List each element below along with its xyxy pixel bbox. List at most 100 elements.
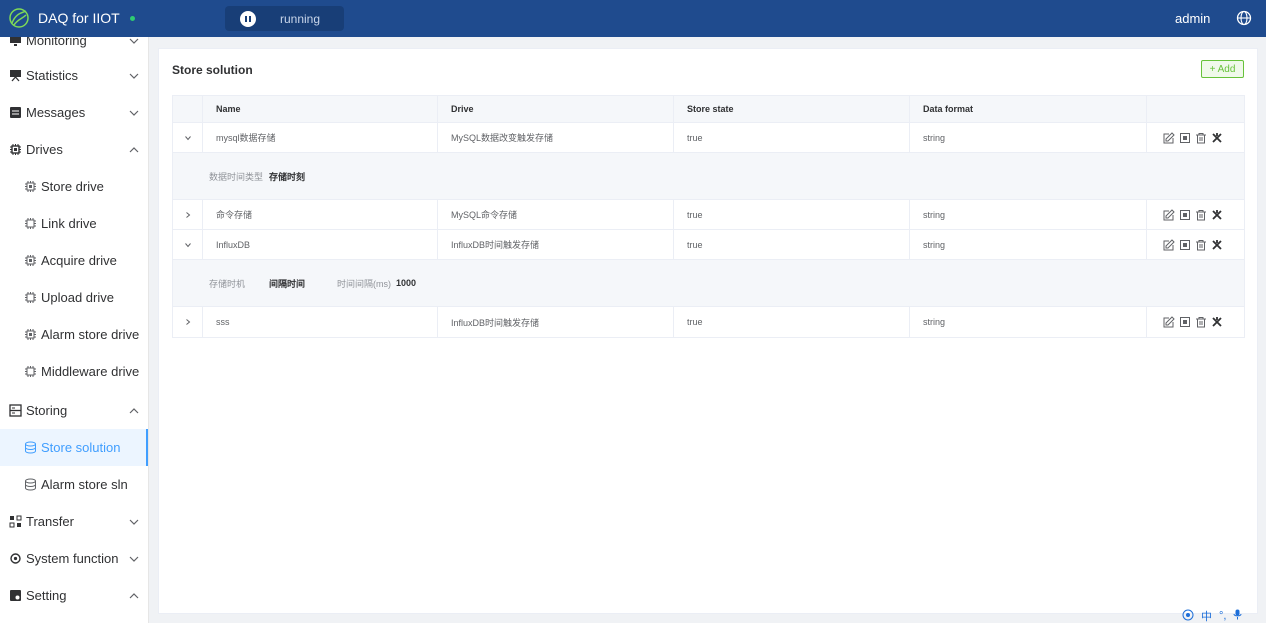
chevron-up-icon [129, 592, 139, 598]
tools-icon[interactable] [1211, 316, 1223, 328]
cell-store-state: true [674, 230, 910, 259]
sidebar-item-label: Setting [26, 588, 67, 603]
chevron-up-icon [129, 407, 139, 413]
sidebar-item-label: Transfer [26, 514, 74, 529]
pause-icon[interactable] [240, 10, 256, 27]
cell-drive: InfluxDB时间触发存储 [438, 307, 674, 337]
delete-icon[interactable] [1195, 239, 1207, 251]
sidebar-item-drives[interactable]: Drives [0, 131, 148, 168]
edit-icon[interactable] [1163, 208, 1175, 221]
sidebar-item-alarm-store-sln[interactable]: Alarm store sln [0, 466, 148, 503]
microphone-icon[interactable] [1233, 609, 1242, 623]
chip-icon [25, 255, 36, 266]
expand-toggle[interactable] [173, 307, 203, 337]
expand-toggle[interactable] [173, 123, 203, 152]
row-actions [1147, 230, 1245, 259]
storage-icon [9, 404, 22, 417]
sidebar-item-transfer[interactable]: Transfer [0, 503, 148, 540]
detail-value: 间隔时间 [269, 278, 306, 289]
ime-logo-icon[interactable] [1182, 609, 1194, 623]
expand-toggle[interactable] [173, 230, 203, 259]
page-title: Store solution [172, 63, 253, 77]
chip-icon [10, 144, 21, 155]
sidebar-item-acquire-drive[interactable]: Acquire drive [0, 242, 148, 279]
sidebar-item-setting[interactable]: Setting [0, 577, 148, 614]
sidebar-item-monitoring[interactable]: Monitoring [0, 37, 148, 59]
delete-icon[interactable] [1195, 316, 1207, 328]
copy-icon[interactable] [1179, 209, 1191, 221]
edit-icon[interactable] [1163, 316, 1175, 328]
detail-value: 存储时刻 [269, 171, 306, 182]
sidebar-item-alarm-store-drive[interactable]: Alarm store drive [0, 316, 148, 353]
app-title: DAQ for IIOT [38, 10, 120, 26]
chevron-down-icon [129, 73, 139, 79]
column-header-name[interactable]: Name [203, 96, 438, 122]
chevron-down-icon [184, 242, 191, 247]
column-header-store-state[interactable]: Store state [674, 96, 910, 122]
chip-outline-icon [25, 292, 36, 303]
sidebar-item-storing[interactable]: Storing [0, 392, 148, 429]
cell-store-state: true [674, 307, 910, 337]
cell-data-format: string [910, 230, 1147, 259]
cell-store-state: true [674, 123, 910, 152]
sidebar-item-label: Acquire drive [41, 253, 117, 268]
delete-icon[interactable] [1195, 132, 1207, 144]
logo-icon [9, 8, 29, 28]
cell-name: 命令存储 [203, 200, 438, 229]
sidebar-item-system-function[interactable]: System function [0, 540, 148, 577]
cell-drive: MySQL数据改变触发存储 [438, 123, 674, 152]
sidebar-item-upload-drive[interactable]: Upload drive [0, 279, 148, 316]
sidebar-item-label: System function [26, 551, 119, 566]
chevron-right-icon [185, 319, 190, 325]
chip-outline-icon [25, 366, 36, 377]
user-menu[interactable]: admin [1175, 11, 1210, 26]
tools-icon[interactable] [1211, 239, 1223, 251]
chevron-up-icon [129, 146, 139, 152]
edit-icon[interactable] [1163, 131, 1175, 144]
sidebar-item-store-drive[interactable]: Store drive [0, 168, 148, 205]
table-row[interactable]: InfluxDB InfluxDB时间触发存储 true string [173, 230, 1244, 260]
run-status-control[interactable]: running [225, 6, 344, 31]
cell-drive: InfluxDB时间触发存储 [438, 230, 674, 259]
chevron-down-icon [129, 110, 139, 116]
sidebar-item-messages[interactable]: Messages [0, 94, 148, 131]
table-row[interactable]: 命令存储 MySQL命令存储 true string [173, 200, 1244, 230]
database-icon [25, 441, 36, 454]
add-button[interactable]: + Add [1201, 60, 1244, 78]
sidebar-item-link-drive[interactable]: Link drive [0, 205, 148, 242]
column-header-drive[interactable]: Drive [438, 96, 674, 122]
tools-icon[interactable] [1211, 209, 1223, 221]
sidebar-item-label: Middleware drive [41, 364, 140, 379]
detail-key: 时间间隔(ms) [337, 278, 391, 289]
cell-name: mysql数据存储 [203, 123, 438, 152]
store-solution-panel: Store solution + Add Name Drive Store st… [158, 48, 1258, 614]
tools-icon[interactable] [1211, 132, 1223, 144]
row-actions [1147, 307, 1245, 337]
sidebar-item-statistics[interactable]: Statistics [0, 57, 148, 94]
globe-icon[interactable] [1236, 10, 1252, 26]
run-status-text: running [280, 11, 321, 26]
sidebar-item-label: Drives [26, 142, 63, 157]
expand-toggle[interactable] [173, 200, 203, 229]
table-row[interactable]: sss InfluxDB时间触发存储 true string [173, 307, 1244, 337]
cell-name: InfluxDB [203, 230, 438, 259]
expand-column-header [173, 96, 203, 122]
ime-toolbar[interactable]: 中 °, [1182, 608, 1249, 623]
table-row[interactable]: mysql数据存储 MySQL数据改变触发存储 true string [173, 123, 1244, 153]
delete-icon[interactable] [1195, 209, 1207, 221]
copy-icon[interactable] [1179, 316, 1191, 328]
column-header-data-format[interactable]: Data format [910, 96, 1147, 122]
sidebar-item-store-solution[interactable]: Store solution [0, 429, 148, 466]
ime-language-toggle[interactable]: 中 [1201, 608, 1212, 623]
copy-icon[interactable] [1179, 132, 1191, 144]
edit-icon[interactable] [1163, 238, 1175, 251]
chip-outline-icon [25, 218, 36, 229]
punctuation-icon[interactable]: °, [1219, 610, 1226, 622]
transfer-icon [9, 515, 22, 528]
system-icon [10, 553, 21, 564]
logo[interactable]: DAQ for IIOT [8, 7, 135, 29]
row-actions [1147, 200, 1245, 229]
sidebar-item-middleware-drive[interactable]: Middleware drive [0, 353, 148, 390]
copy-icon[interactable] [1179, 239, 1191, 251]
row-detail: 数据时间类型 存储时刻 [173, 153, 1244, 200]
